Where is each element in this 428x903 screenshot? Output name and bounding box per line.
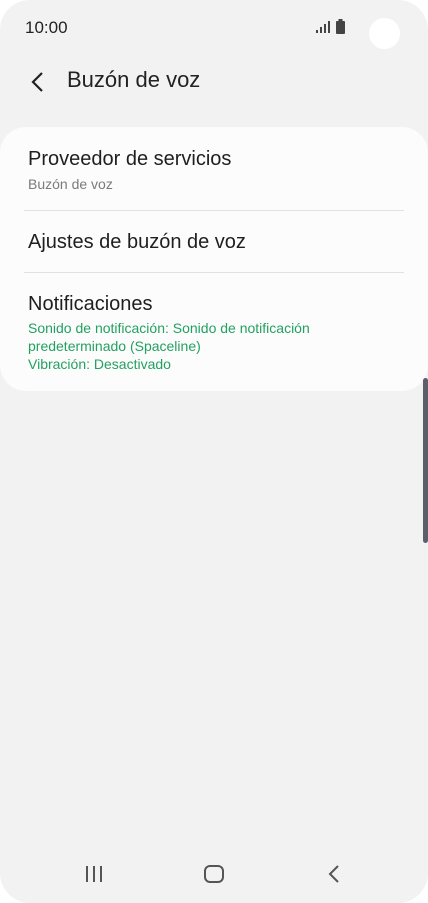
battery-icon [336, 19, 345, 34]
item-title: Ajustes de buzón de voz [28, 231, 246, 253]
item-title: Notificaciones [28, 293, 153, 315]
back-button[interactable] [22, 66, 54, 98]
divider [24, 210, 404, 211]
item-subtitle: Buzón de voz [28, 176, 113, 192]
back-icon [328, 865, 339, 883]
home-button[interactable] [194, 857, 234, 891]
status-time: 10:00 [25, 18, 68, 37]
back-nav-button[interactable] [314, 857, 354, 891]
page-title: Buzón de voz [67, 67, 201, 92]
settings-card: Proveedor de servicios Buzón de voz Ajus… [0, 127, 428, 391]
notification-sound-line2: predeterminado (Spaceline) [28, 338, 201, 354]
notification-sound-line1: Sonido de notificación: Sonido de notifi… [28, 320, 310, 336]
signal-icon [316, 21, 330, 33]
back-arrow-icon [31, 72, 43, 92]
recent-apps-button[interactable] [74, 857, 114, 891]
phone-screen: 10:00 Buzón de voz Proveedor de servicio… [0, 0, 428, 903]
recent-apps-icon [86, 866, 102, 882]
notifications-item[interactable]: Notificaciones Sonido de notificación: S… [28, 292, 404, 373]
navigation-bar [0, 845, 428, 903]
vibration-status: Vibración: Desactivado [28, 356, 171, 372]
item-title: Proveedor de servicios [28, 148, 232, 170]
divider [24, 272, 404, 273]
voicemail-settings-item[interactable]: Ajustes de buzón de voz [28, 230, 404, 254]
camera-cutout [369, 18, 400, 49]
scroll-handle[interactable] [423, 378, 428, 543]
service-provider-item[interactable]: Proveedor de servicios Buzón de voz [28, 147, 404, 193]
home-icon [204, 865, 224, 883]
status-bar: 10:00 [0, 0, 428, 58]
app-header: Buzón de voz [0, 58, 428, 108]
